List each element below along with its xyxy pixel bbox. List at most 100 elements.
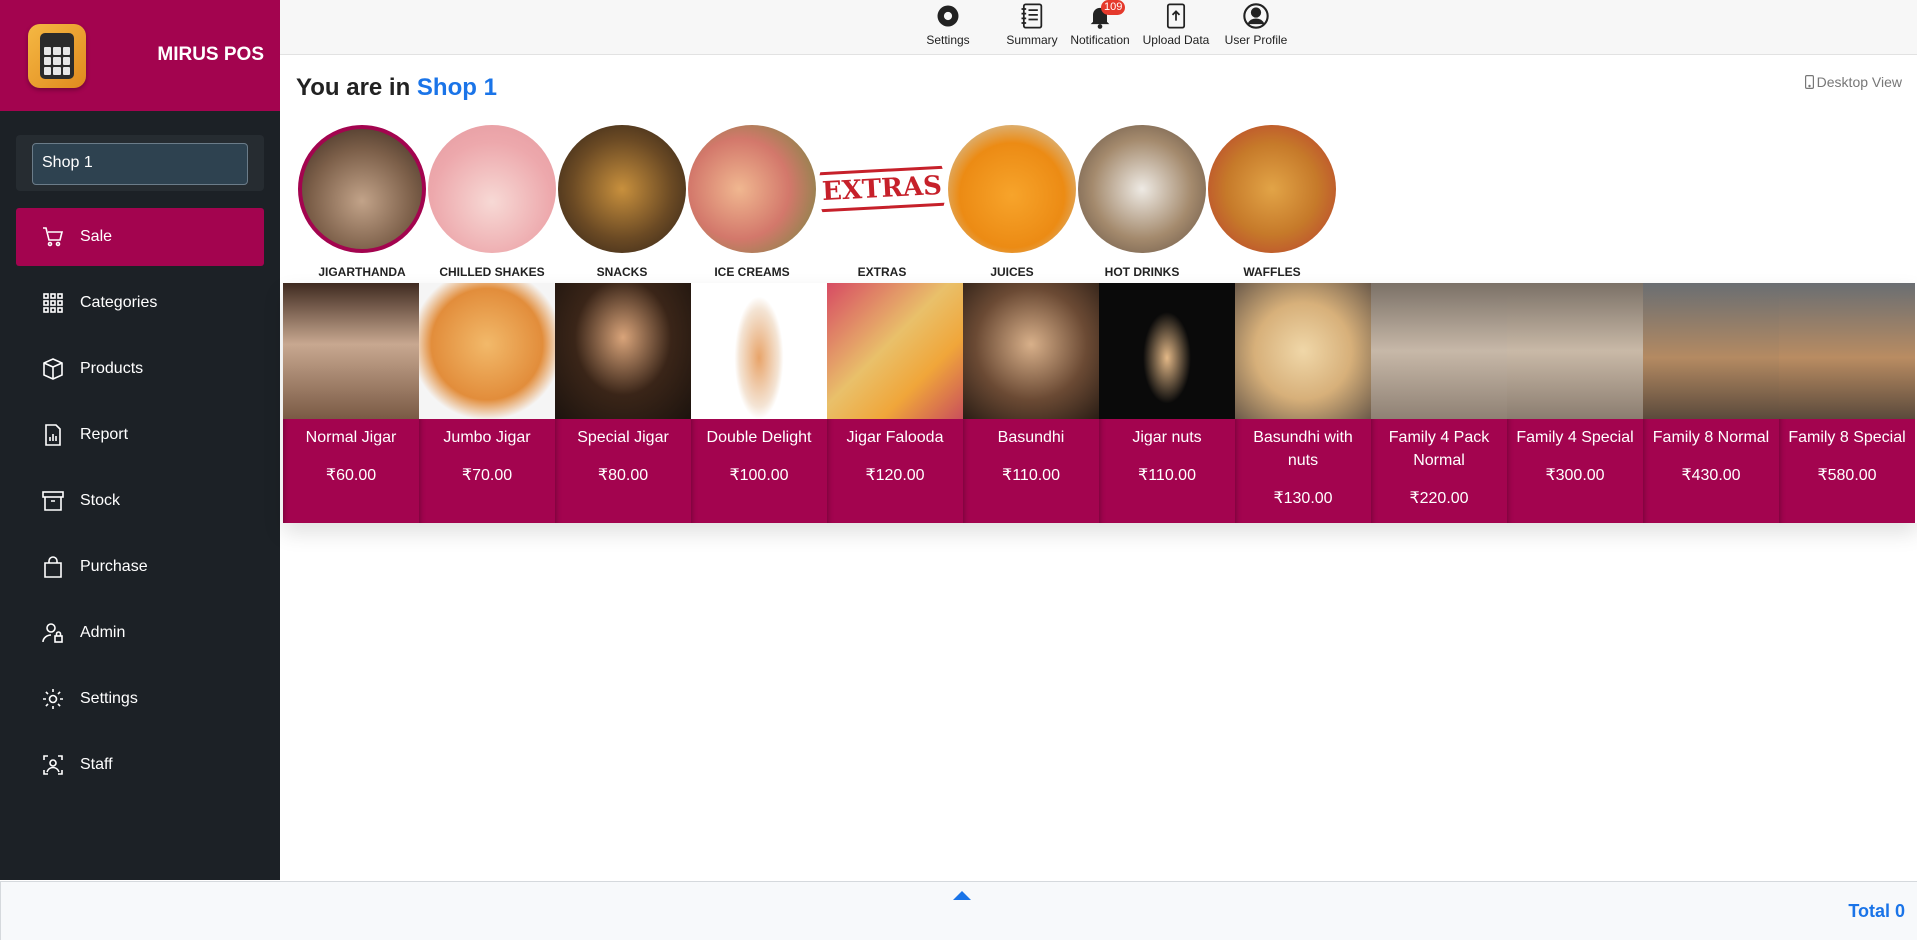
user-circle-icon <box>1243 3 1269 29</box>
toolbar-notification[interactable]: 109 Notification <box>1060 0 1140 55</box>
desktop-view-toggle[interactable]: Desktop View <box>1804 74 1902 90</box>
product-name: Family 8 Special <box>1788 429 1906 446</box>
archive-icon <box>40 488 66 514</box>
product-image <box>691 283 827 419</box>
product-price: ₹100.00 <box>729 467 789 484</box>
sidebar-item-label: Sale <box>80 228 113 245</box>
category-name: SNACKS <box>596 265 648 279</box>
product-grid: Normal Jigar ₹60.00 Jumbo Jigar ₹70.00 S… <box>283 283 1917 523</box>
desktop-view-label: Desktop View <box>1816 74 1902 90</box>
product-card-family-8-special[interactable]: Family 8 Special ₹580.00 <box>1779 283 1915 523</box>
page-title: You are in Shop 1 <box>296 74 497 102</box>
product-name: Double Delight <box>706 429 812 446</box>
category-name: HOT DRINKS <box>1104 265 1180 279</box>
sidebar-nav: Sale Categories Products Report Stock Pu… <box>0 208 280 794</box>
category-waffles[interactable]: WAFFLES <box>1206 125 1338 279</box>
product-image <box>1779 283 1915 419</box>
category-extras[interactable]: EXTRAS EXTRAS <box>816 125 948 279</box>
sidebar-item-settings[interactable]: Settings <box>16 670 264 728</box>
product-price: ₹300.00 <box>1545 467 1605 484</box>
product-image <box>827 283 963 419</box>
toolbar-user-profile[interactable]: User Profile <box>1216 0 1296 55</box>
product-card-special-jigar[interactable]: Special Jigar ₹80.00 <box>555 283 691 523</box>
product-name: Special Jigar <box>577 429 669 446</box>
gear-icon <box>937 5 959 27</box>
product-name: Family 4 Special <box>1516 429 1634 446</box>
shop-selector-wrap: Shop 1 <box>16 135 264 191</box>
product-card-jigar-nuts[interactable]: Jigar nuts ₹110.00 <box>1099 283 1235 523</box>
shop-selector[interactable]: Shop 1 <box>32 143 248 185</box>
product-name: Jigar nuts <box>1132 429 1202 446</box>
category-name: JUICES <box>990 265 1034 279</box>
expand-cart-caret-icon[interactable] <box>952 888 972 902</box>
product-card-normal-jigar[interactable]: Normal Jigar ₹60.00 <box>283 283 419 523</box>
category-juices[interactable]: JUICES <box>946 125 1078 279</box>
product-card-family-8-normal[interactable]: Family 8 Normal ₹430.00 <box>1643 283 1779 523</box>
top-toolbar: Settings Summary 109 Notification Upload… <box>280 0 1917 55</box>
product-card-double-delight[interactable]: Double Delight ₹100.00 <box>691 283 827 523</box>
staff-icon <box>40 752 66 778</box>
product-image <box>1099 283 1235 419</box>
grid-icon <box>40 290 66 316</box>
sidebar-item-label: Products <box>80 360 144 377</box>
category-hot-drinks[interactable]: HOT DRINKS <box>1076 125 1208 279</box>
box-icon <box>40 356 66 382</box>
product-card-family-4-pack-normal[interactable]: Family 4 Pack Normal ₹220.00 <box>1371 283 1507 523</box>
product-price: ₹130.00 <box>1273 490 1333 507</box>
product-image <box>1643 283 1779 419</box>
product-price: ₹70.00 <box>461 467 513 484</box>
product-card-jumbo-jigar[interactable]: Jumbo Jigar ₹70.00 <box>419 283 555 523</box>
product-image <box>419 283 555 419</box>
sidebar-item-sale[interactable]: Sale <box>16 208 264 266</box>
page-title-shop: Shop 1 <box>416 74 497 101</box>
product-name: Normal Jigar <box>305 429 397 446</box>
product-name: Family 4 Pack Normal <box>1388 429 1490 469</box>
category-image <box>688 125 816 253</box>
cart-icon <box>40 224 66 250</box>
product-price: ₹60.00 <box>325 467 377 484</box>
sidebar-item-products[interactable]: Products <box>16 340 264 398</box>
product-image <box>963 283 1099 419</box>
upload-icon <box>1166 3 1186 29</box>
product-image <box>283 283 419 419</box>
cart-footer: Total 0 <box>0 881 1917 940</box>
category-image <box>948 125 1076 253</box>
product-image <box>1371 283 1507 419</box>
sidebar-item-label: Settings <box>80 690 138 707</box>
sidebar-item-purchase[interactable]: Purchase <box>16 538 264 596</box>
category-ice-creams[interactable]: ICE CREAMS <box>686 125 818 279</box>
toolbar-settings[interactable]: Settings <box>908 0 988 55</box>
product-price: ₹110.00 <box>1002 467 1060 484</box>
toolbar-upload-data[interactable]: Upload Data <box>1136 0 1216 55</box>
category-chilled-shakes[interactable]: CHILLED SHAKES <box>426 125 558 279</box>
admin-icon <box>40 620 66 646</box>
toolbar-label: Summary <box>1006 33 1058 47</box>
category-snacks[interactable]: SNACKS <box>556 125 688 279</box>
sidebar-item-stock[interactable]: Stock <box>16 472 264 530</box>
product-name: Jigar Falooda <box>846 429 944 446</box>
sidebar-item-label: Report <box>80 426 129 443</box>
product-price: ₹120.00 <box>865 467 925 484</box>
app-name: MIRUS POS <box>157 44 264 65</box>
category-image <box>1078 125 1206 253</box>
product-card-basundhi[interactable]: Basundhi ₹110.00 <box>963 283 1099 523</box>
product-card-family-4-special[interactable]: Family 4 Special ₹300.00 <box>1507 283 1643 523</box>
product-name: Jumbo Jigar <box>443 429 531 446</box>
sidebar-item-categories[interactable]: Categories <box>16 274 264 332</box>
product-card-basundhi-with-nuts[interactable]: Basundhi with nuts ₹130.00 <box>1235 283 1371 523</box>
sidebar-item-label: Admin <box>80 624 126 641</box>
sidebar-item-report[interactable]: Report <box>16 406 264 464</box>
category-image: EXTRAS <box>818 125 946 253</box>
cart-total: Total 0 <box>1848 901 1905 921</box>
product-price: ₹430.00 <box>1681 467 1741 484</box>
mobile-phone-icon <box>1804 75 1814 89</box>
notebook-icon <box>1021 3 1043 29</box>
sidebar-item-label: Stock <box>80 492 121 509</box>
product-card-jigar-falooda[interactable]: Jigar Falooda ₹120.00 <box>827 283 963 523</box>
brand-header: MIRUS POS <box>0 0 280 111</box>
toolbar-label: Upload Data <box>1142 33 1210 47</box>
product-price: ₹110.00 <box>1138 467 1196 484</box>
sidebar-item-admin[interactable]: Admin <box>16 604 264 662</box>
category-jigarthanda[interactable]: JIGARTHANDA <box>296 125 428 279</box>
sidebar-item-staff[interactable]: Staff <box>16 736 264 794</box>
